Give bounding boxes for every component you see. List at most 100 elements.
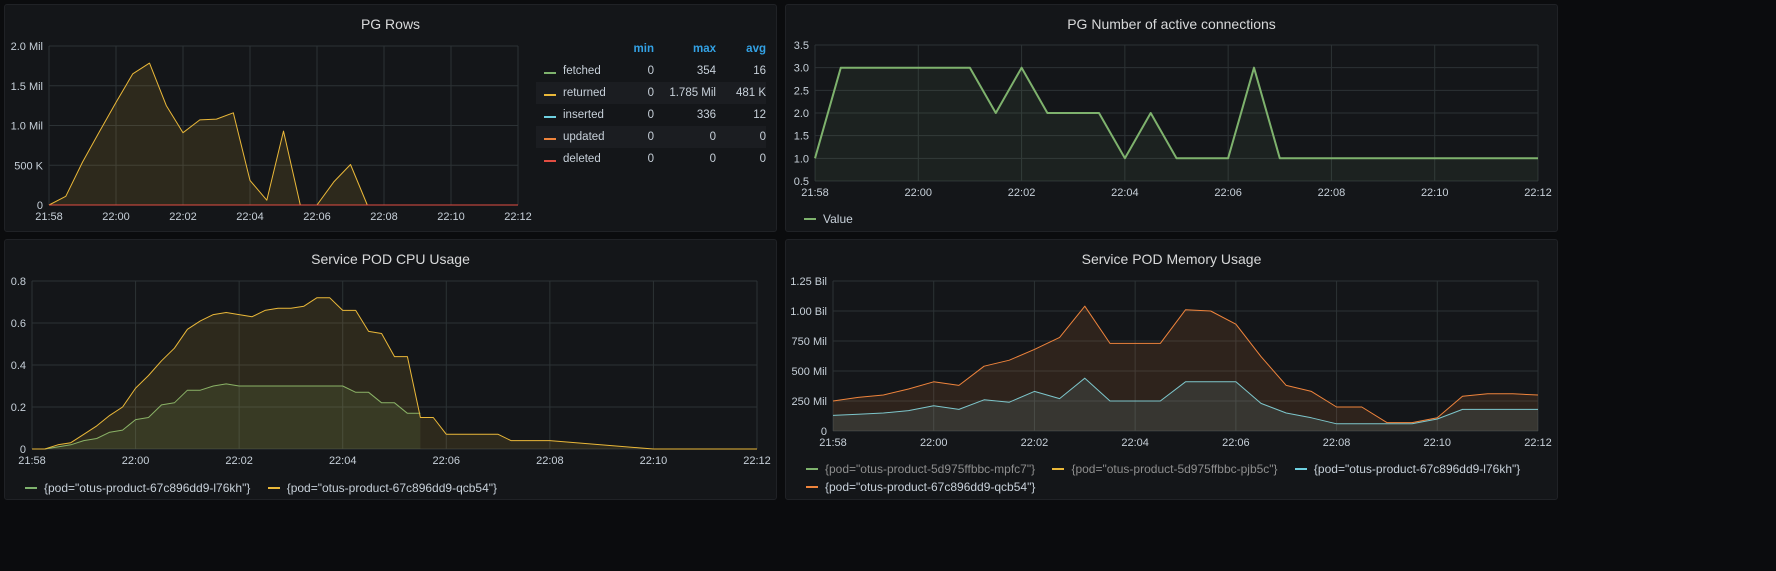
y-tick-label: 0.8 xyxy=(11,276,26,288)
legend-item[interactable]: {pod="otus-product-67c896dd9-qcb54"} xyxy=(806,480,1035,494)
series-area xyxy=(833,306,1538,431)
y-tick-label: 500 K xyxy=(14,160,43,172)
legend-min: 0 xyxy=(609,82,654,104)
y-tick-label: 3.5 xyxy=(794,40,809,52)
legend-series-name: fetched xyxy=(563,65,601,77)
legend-avg: 16 xyxy=(753,65,766,77)
series-swatch xyxy=(806,468,818,470)
y-tick-label: 0.4 xyxy=(11,360,26,372)
series-area xyxy=(49,63,518,205)
x-tick-label: 22:08 xyxy=(1323,437,1351,449)
y-tick-label: 1.25 Bil xyxy=(790,276,827,288)
legend-header-min[interactable]: min xyxy=(609,42,654,60)
legend-series-name: inserted xyxy=(563,109,604,121)
legend-series-name: returned xyxy=(563,87,606,99)
legend-avg: 12 xyxy=(753,109,766,121)
legend-header-max[interactable]: max xyxy=(654,42,716,60)
y-tick-label: 750 Mil xyxy=(792,336,827,348)
panel-pg-connections: PG Number of active connections 21:58 22:… xyxy=(785,4,1558,232)
legend-header-avg[interactable]: avg xyxy=(716,42,766,60)
pg-connections-chart: 21:58 22:00 22:02 22:04 22:06 22:08 22:10 22:12… xyxy=(794,40,1552,199)
x-tick-label: 22:04 xyxy=(1111,187,1139,199)
y-tick-label: 2.0 Mil xyxy=(11,41,43,53)
legend-series-name: Value xyxy=(823,212,853,226)
x-tick-label: 22:08 xyxy=(1318,187,1346,199)
series-swatch xyxy=(1294,468,1307,470)
series-swatch xyxy=(806,486,818,488)
x-tick-label: 22:06 xyxy=(1222,437,1250,449)
legend-item[interactable]: Value xyxy=(804,212,853,226)
x-tick-label: 22:12 xyxy=(743,455,771,467)
y-tick-label: 250 Mil xyxy=(792,396,827,408)
cpu-usage-chart: 21:58 22:00 22:02 22:04 22:06 22:08 22:10 22:12… xyxy=(11,276,771,467)
legend-row-updated[interactable]: updated 0 0 0 xyxy=(536,126,766,148)
y-tick-label: 3.0 xyxy=(794,63,809,75)
legend-min: 0 xyxy=(647,153,654,165)
legend-max: 0 xyxy=(709,153,716,165)
x-tick-label: 22:12 xyxy=(1524,187,1552,199)
x-tick-label: 22:00 xyxy=(920,437,948,449)
x-tick-label: 22:00 xyxy=(122,455,150,467)
y-tick-label: 0.2 xyxy=(11,402,26,414)
y-tick-label: 500 Mil xyxy=(792,366,827,378)
y-tick-label: 1.5 xyxy=(794,131,809,143)
series-swatch xyxy=(804,218,816,220)
connections-legend: Value xyxy=(804,209,867,226)
series-area xyxy=(32,297,757,449)
legend-series-name: {pod="otus-product-5d975ffbbc-pjb5c"} xyxy=(1071,462,1278,476)
y-tick-label: 0.6 xyxy=(11,318,26,330)
legend-item[interactable]: {pod="otus-product-5d975ffbbc-mpfc7"} xyxy=(806,462,1035,476)
x-tick-label: 22:10 xyxy=(1421,187,1449,199)
legend-min: 0 xyxy=(609,126,654,148)
legend-avg: 0 xyxy=(759,153,766,165)
y-tick-label: 2.0 xyxy=(794,108,809,120)
y-tick-label: 2.5 xyxy=(794,85,809,97)
legend-series-name: {pod="otus-product-67c896dd9-l76kh"} xyxy=(44,481,251,495)
x-tick-label: 22:04 xyxy=(329,455,357,467)
legend-row-deleted[interactable]: deleted 0 0 0 xyxy=(536,148,766,170)
x-tick-label: 22:12 xyxy=(1524,437,1552,449)
x-tick-label: 22:08 xyxy=(536,455,564,467)
legend-row-fetched[interactable]: fetched 0 354 16 xyxy=(536,60,766,82)
x-tick-label: 22:10 xyxy=(1424,437,1452,449)
series-swatch xyxy=(544,138,556,140)
legend-series-name: deleted xyxy=(563,153,601,165)
legend-item[interactable]: {pod="otus-product-67c896dd9-l76kh"} xyxy=(1294,462,1521,476)
legend-series-name: updated xyxy=(563,131,605,143)
panel-cpu-usage: Service POD CPU Usage 21:58 22:00 22:02 22:… xyxy=(4,239,777,500)
x-tick-label: 22:02 xyxy=(225,455,253,467)
legend-item[interactable]: {pod="otus-product-67c896dd9-l76kh"} xyxy=(25,481,250,495)
series-swatch xyxy=(267,487,280,489)
pg-rows-legend-table: min max avg fetched 0 354 16 returned 0 … xyxy=(536,42,766,170)
series-swatch xyxy=(544,72,556,74)
x-tick-label: 21:58 xyxy=(801,187,829,199)
legend-row-inserted[interactable]: inserted 0 336 12 xyxy=(536,104,766,126)
y-tick-label: 0.5 xyxy=(794,176,809,188)
legend-min: 0 xyxy=(647,109,654,121)
legend-max: 1.785 Mil xyxy=(654,82,716,104)
x-tick-label: 22:06 xyxy=(433,455,461,467)
series-swatch xyxy=(544,116,556,118)
panel-pg-rows: PG Rows 21:58 22:00 22:02 22:04 22:06 22:08 22… xyxy=(4,4,777,232)
x-tick-label: 22:02 xyxy=(1008,187,1036,199)
legend-avg: 0 xyxy=(716,126,766,148)
x-tick-label: 22:00 xyxy=(102,211,130,223)
memory-legend: {pod="otus-product-5d975ffbbc-mpfc7"} {p… xyxy=(806,459,1534,476)
x-tick-label: 22:04 xyxy=(236,211,264,223)
y-tick-label: 0 xyxy=(821,426,827,438)
x-tick-label: 21:58 xyxy=(18,455,46,467)
legend-avg: 481 K xyxy=(716,82,766,104)
cpu-legend: {pod="otus-product-67c896dd9-l76kh"} {po… xyxy=(25,478,511,495)
legend-item[interactable]: {pod="otus-product-5d975ffbbc-pjb5c"} xyxy=(1052,462,1278,476)
legend-row-returned[interactable]: returned 0 1.785 Mil 481 K xyxy=(536,82,766,104)
x-tick-label: 22:06 xyxy=(1214,187,1242,199)
legend-item[interactable]: {pod="otus-product-67c896dd9-qcb54"} xyxy=(267,481,497,495)
x-tick-label: 22:06 xyxy=(303,211,331,223)
series-swatch xyxy=(1052,468,1065,470)
x-tick-label: 22:10 xyxy=(640,455,668,467)
legend-series-name: {pod="otus-product-5d975ffbbc-mpfc7"} xyxy=(825,462,1036,476)
y-tick-label: 0 xyxy=(20,444,26,456)
legend-series-name: {pod="otus-product-67c896dd9-l76kh"} xyxy=(1313,462,1521,476)
legend-max: 0 xyxy=(654,126,716,148)
x-tick-label: 22:08 xyxy=(370,211,398,223)
